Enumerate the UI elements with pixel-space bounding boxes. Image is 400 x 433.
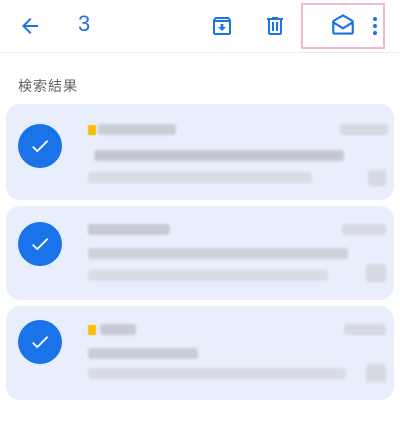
top-app-bar: 3 <box>0 0 400 53</box>
envelope-open-icon <box>330 13 356 39</box>
subject-redacted <box>94 150 344 161</box>
delete-icon[interactable] <box>257 8 293 44</box>
snippet-redacted <box>366 264 386 282</box>
search-results-label: 検索結果 <box>18 78 78 94</box>
back-arrow-icon[interactable] <box>12 8 48 44</box>
email-list-item[interactable] <box>6 306 394 400</box>
selected-check-icon[interactable] <box>18 320 62 364</box>
date-redacted <box>340 124 388 135</box>
selected-check-icon[interactable] <box>18 124 62 168</box>
snippet-redacted <box>366 364 386 382</box>
snippet-redacted <box>88 368 346 379</box>
subject-redacted <box>88 248 348 259</box>
important-marker-icon <box>88 325 96 335</box>
sender-redacted <box>88 224 170 235</box>
date-redacted <box>342 224 386 235</box>
archive-icon[interactable] <box>204 8 240 44</box>
sender-redacted <box>98 124 176 135</box>
sender-redacted <box>100 324 136 335</box>
subject-redacted <box>88 348 198 359</box>
snippet-redacted <box>88 172 312 183</box>
snippet-redacted <box>368 170 386 186</box>
selected-check-icon[interactable] <box>18 222 62 266</box>
snippet-redacted <box>88 270 328 281</box>
selected-count: 3 <box>78 11 91 36</box>
date-redacted <box>344 324 386 335</box>
email-list-item[interactable] <box>6 104 394 200</box>
important-marker-icon <box>88 125 96 135</box>
email-list-item[interactable] <box>6 206 394 300</box>
more-vertical-icon[interactable] <box>358 8 392 44</box>
